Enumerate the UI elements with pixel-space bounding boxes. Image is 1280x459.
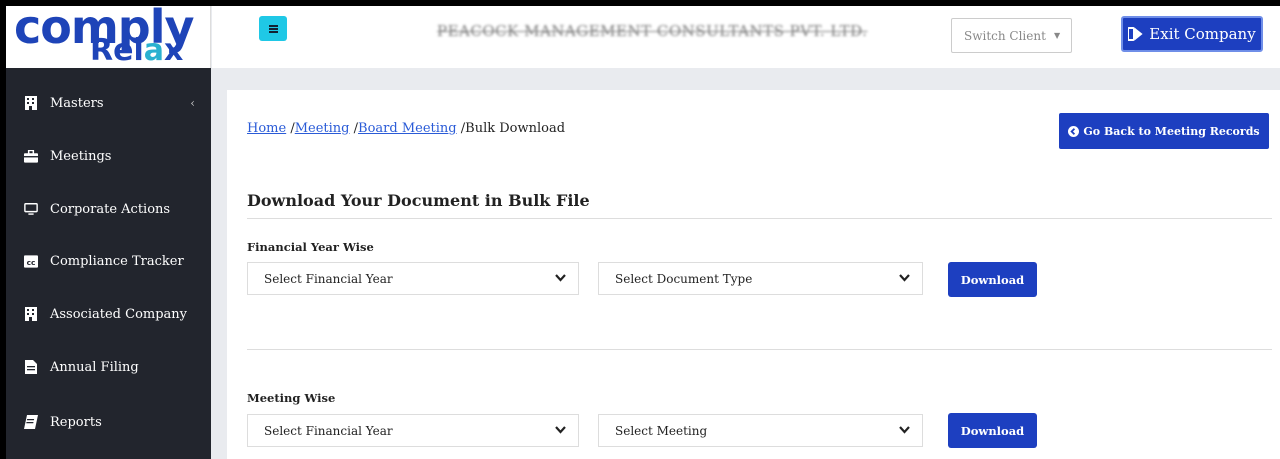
sidebar-item-annual-filing[interactable]: Annual Filing (6, 342, 211, 392)
meeting-select[interactable]: Select Meeting (598, 414, 923, 447)
chevron-left-icon: ‹ (190, 96, 195, 110)
logo-text-relax: Relax (90, 33, 183, 68)
monitor-icon (24, 202, 38, 216)
sidebar-item-meetings[interactable]: Meetings (6, 131, 211, 181)
logo-text-x: x (163, 33, 184, 68)
financial-year-select[interactable]: Select Financial Year (247, 262, 579, 295)
logo-text-a: a (143, 33, 164, 68)
company-name: PEACOCK MANAGEMENT CONSULTANTS PVT. LTD. (437, 22, 868, 40)
sidebar-item-label: Meetings (50, 148, 112, 164)
download-meeting-button[interactable]: Download (948, 413, 1037, 448)
main-content: Home /Meeting /Board Meeting /Bulk Downl… (227, 90, 1280, 459)
hamburger-icon (268, 24, 278, 33)
sidebar-item-label: Corporate Actions (50, 201, 171, 217)
sidebar-item-associated-company[interactable]: Associated Company (6, 289, 211, 339)
arrow-circle-left-icon (1068, 125, 1080, 137)
sidebar-item-masters[interactable]: Masters ‹ (6, 78, 211, 128)
meeting-financial-year-select[interactable]: Select Financial Year (247, 414, 579, 447)
sign-out-icon (1128, 27, 1143, 41)
building-icon (24, 307, 38, 321)
meeting-financial-year-select-value: Select Financial Year (264, 423, 393, 438)
breadcrumb: Home /Meeting /Board Meeting /Bulk Downl… (247, 121, 565, 136)
breadcrumb-board-meeting-link[interactable]: Board Meeting (358, 121, 457, 136)
book-icon (24, 415, 38, 429)
sidebar-item-compliance-tracker[interactable]: cc Compliance Tracker (6, 236, 211, 286)
sidebar-item-label: Associated Company (50, 306, 188, 322)
breadcrumb-current: Bulk Download (465, 121, 566, 136)
go-back-button[interactable]: Go Back to Meeting Records (1059, 113, 1269, 149)
briefcase-icon (24, 149, 38, 163)
caret-down-icon: ▼ (1053, 31, 1061, 40)
svg-text:cc: cc (27, 257, 36, 266)
app-window: comply Relax PEACOCK MANAGEMENT CONSULTA… (6, 6, 1280, 459)
exit-company-label: Exit Company (1149, 25, 1256, 43)
divider (247, 218, 1272, 219)
sidebar-item-label: Masters (50, 95, 104, 111)
switch-client-dropdown[interactable]: Switch Client ▼ (951, 18, 1072, 53)
download-financial-year-button[interactable]: Download (948, 262, 1037, 297)
exit-company-button[interactable]: Exit Company (1121, 16, 1263, 52)
divider (247, 349, 1272, 350)
breadcrumb-home-link[interactable]: Home (247, 121, 286, 136)
chevron-down-icon (555, 272, 566, 285)
sidebar-item-corporate-actions[interactable]: Corporate Actions (6, 184, 211, 234)
go-back-label: Go Back to Meeting Records (1083, 124, 1260, 138)
sidebar: Masters ‹ Meetings Corporate Actions cc … (6, 68, 211, 459)
financial-year-wise-label: Financial Year Wise (247, 240, 374, 254)
file-icon (24, 360, 38, 374)
cc-icon: cc (24, 254, 38, 268)
menu-toggle-button[interactable] (259, 16, 287, 41)
page-title: Download Your Document in Bulk File (247, 191, 590, 210)
breadcrumb-meeting-link[interactable]: Meeting (295, 121, 350, 136)
switch-client-label: Switch Client (964, 28, 1046, 43)
sidebar-item-label: Compliance Tracker (50, 253, 184, 269)
logo[interactable]: comply Relax (6, 6, 211, 68)
chevron-down-icon (899, 272, 910, 285)
financial-year-select-value: Select Financial Year (264, 271, 393, 286)
building-icon (24, 96, 38, 110)
document-type-select[interactable]: Select Document Type (598, 262, 923, 295)
meeting-select-value: Select Meeting (615, 423, 708, 438)
sidebar-item-reports[interactable]: Reports (6, 397, 211, 447)
sidebar-item-label: Reports (50, 414, 102, 430)
meeting-wise-label: Meeting Wise (247, 391, 336, 405)
logo-text-rel: Rel (90, 33, 144, 68)
document-type-select-value: Select Document Type (615, 271, 753, 286)
sidebar-item-label: Annual Filing (50, 359, 139, 375)
chevron-down-icon (555, 424, 566, 437)
top-header: PEACOCK MANAGEMENT CONSULTANTS PVT. LTD.… (212, 6, 1280, 68)
chevron-down-icon (899, 424, 910, 437)
